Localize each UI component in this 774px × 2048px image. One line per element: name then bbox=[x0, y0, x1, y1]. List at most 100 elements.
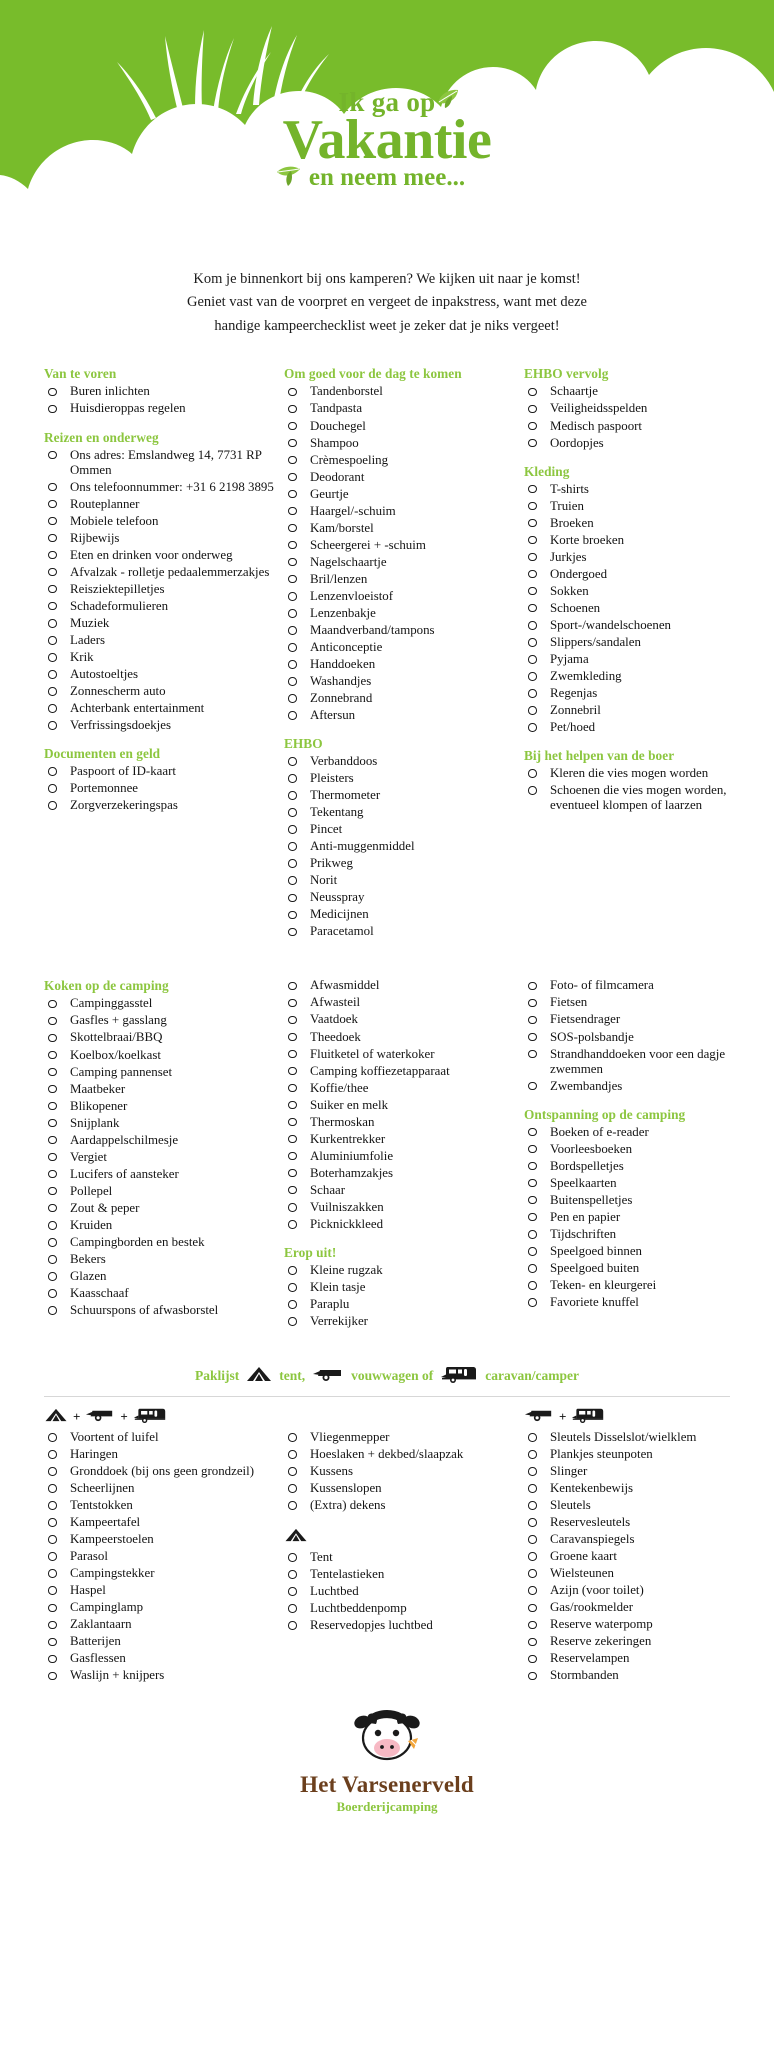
checkbox-circle-icon[interactable] bbox=[528, 1654, 537, 1664]
checklist-item[interactable]: Huisdieroppas regelen bbox=[44, 401, 276, 416]
checkbox-circle-icon[interactable] bbox=[288, 626, 297, 635]
checkbox-circle-icon[interactable] bbox=[528, 1247, 537, 1256]
checkbox-circle-icon[interactable] bbox=[288, 438, 297, 448]
checkbox-circle-icon[interactable] bbox=[48, 767, 57, 776]
checkbox-circle-icon[interactable] bbox=[288, 876, 297, 885]
checklist-item[interactable]: Blikopener bbox=[44, 1099, 276, 1114]
checkbox-circle-icon[interactable] bbox=[288, 859, 297, 868]
checklist-item[interactable]: Picknickkleed bbox=[284, 1217, 516, 1232]
checklist-item[interactable]: Handdoeken bbox=[284, 657, 516, 672]
checklist-item[interactable]: Reisziektepilletjes bbox=[44, 582, 276, 597]
checkbox-circle-icon[interactable] bbox=[288, 927, 297, 937]
checklist-item[interactable]: Kam/borstel bbox=[284, 521, 516, 536]
checkbox-circle-icon[interactable] bbox=[528, 438, 537, 448]
checkbox-circle-icon[interactable] bbox=[48, 1050, 57, 1060]
checklist-item[interactable]: Boterhamzakjes bbox=[284, 1166, 516, 1181]
checkbox-circle-icon[interactable] bbox=[288, 910, 297, 920]
checklist-item[interactable]: Tentelastieken bbox=[284, 1567, 516, 1582]
checklist-item[interactable]: Geurtje bbox=[284, 487, 516, 502]
checkbox-circle-icon[interactable] bbox=[288, 1604, 297, 1613]
checkbox-circle-icon[interactable] bbox=[288, 1621, 297, 1630]
checklist-item[interactable]: Theedoek bbox=[284, 1030, 516, 1045]
checkbox-circle-icon[interactable] bbox=[528, 404, 537, 414]
checklist-item[interactable]: Parasol bbox=[44, 1549, 276, 1564]
checklist-item[interactable]: Verrekijker bbox=[284, 1314, 516, 1329]
checklist-item[interactable]: Camping pannenset bbox=[44, 1065, 276, 1080]
checklist-item[interactable]: Sleutels bbox=[524, 1498, 756, 1513]
checklist-item[interactable]: Lenzenvloeistof bbox=[284, 589, 516, 604]
checklist-item[interactable]: Verbanddoos bbox=[284, 754, 516, 769]
checkbox-circle-icon[interactable] bbox=[528, 1127, 537, 1137]
checklist-item[interactable]: Campinglamp bbox=[44, 1600, 276, 1615]
checklist-item[interactable]: Routeplanner bbox=[44, 497, 276, 512]
checkbox-circle-icon[interactable] bbox=[48, 499, 57, 509]
checklist-item[interactable]: Campinggasstel bbox=[44, 996, 276, 1011]
checkbox-circle-icon[interactable] bbox=[528, 1450, 537, 1459]
checklist-item[interactable]: Schoenen die vies mogen worden, eventuee… bbox=[524, 783, 756, 813]
checkbox-circle-icon[interactable] bbox=[528, 723, 537, 732]
checkbox-circle-icon[interactable] bbox=[528, 638, 537, 647]
checklist-item[interactable]: Autostoeltjes bbox=[44, 667, 276, 682]
checklist-item[interactable]: Zout & peper bbox=[44, 1201, 276, 1216]
checkbox-circle-icon[interactable] bbox=[48, 601, 57, 611]
checkbox-circle-icon[interactable] bbox=[528, 655, 537, 664]
checklist-item[interactable]: Campingstekker bbox=[44, 1566, 276, 1581]
checklist-item[interactable]: Slinger bbox=[524, 1464, 756, 1479]
checklist-item[interactable]: Eten en drinken voor onderweg bbox=[44, 548, 276, 563]
checklist-item[interactable]: Kaasschaaf bbox=[44, 1286, 276, 1301]
checkbox-circle-icon[interactable] bbox=[288, 387, 297, 397]
checklist-item[interactable]: Pen en papier bbox=[524, 1210, 756, 1225]
checkbox-circle-icon[interactable] bbox=[528, 1501, 537, 1510]
checklist-item[interactable]: Pleisters bbox=[284, 771, 516, 786]
checklist-item[interactable]: Zwemkleding bbox=[524, 669, 756, 684]
checklist-item[interactable]: Hoeslaken + dekbed/slaapzak bbox=[284, 1447, 516, 1462]
checkbox-circle-icon[interactable] bbox=[528, 1586, 537, 1595]
checklist-item[interactable]: Zwembandjes bbox=[524, 1079, 756, 1094]
checkbox-circle-icon[interactable] bbox=[528, 998, 537, 1008]
checklist-item[interactable]: Shampoo bbox=[284, 436, 516, 451]
checklist-item[interactable]: Norit bbox=[284, 873, 516, 888]
checklist-item[interactable]: Lenzenbakje bbox=[284, 606, 516, 621]
checklist-item[interactable]: Wielsteunen bbox=[524, 1566, 756, 1581]
checkbox-circle-icon[interactable] bbox=[48, 1033, 57, 1043]
checklist-item[interactable]: Klein tasje bbox=[284, 1280, 516, 1295]
checkbox-circle-icon[interactable] bbox=[288, 1283, 297, 1292]
checkbox-circle-icon[interactable] bbox=[48, 482, 57, 492]
checkbox-circle-icon[interactable] bbox=[48, 653, 57, 662]
checklist-item[interactable]: Rijbewijs bbox=[44, 531, 276, 546]
checkbox-circle-icon[interactable] bbox=[528, 1081, 537, 1091]
checkbox-circle-icon[interactable] bbox=[288, 1484, 297, 1493]
checkbox-circle-icon[interactable] bbox=[288, 489, 297, 499]
checklist-item[interactable]: Bordspelletjes bbox=[524, 1159, 756, 1174]
checkbox-circle-icon[interactable] bbox=[288, 1450, 297, 1459]
checkbox-circle-icon[interactable] bbox=[288, 791, 297, 800]
checkbox-circle-icon[interactable] bbox=[288, 1266, 297, 1275]
checklist-item[interactable]: Camping koffiezetapparaat bbox=[284, 1064, 516, 1079]
checkbox-circle-icon[interactable] bbox=[288, 1151, 297, 1161]
checkbox-circle-icon[interactable] bbox=[288, 472, 297, 482]
checklist-item[interactable]: Afvalzak - rolletje pedaalemmerzakjes bbox=[44, 565, 276, 580]
checkbox-circle-icon[interactable] bbox=[48, 1118, 57, 1128]
checklist-item[interactable]: Glazen bbox=[44, 1269, 276, 1284]
checklist-item[interactable]: Gas/rookmelder bbox=[524, 1600, 756, 1615]
checklist-item[interactable]: Vliegenmepper bbox=[284, 1430, 516, 1445]
checkbox-circle-icon[interactable] bbox=[48, 636, 57, 645]
checkbox-circle-icon[interactable] bbox=[288, 404, 297, 414]
checklist-item[interactable]: Aardappelschilmesje bbox=[44, 1133, 276, 1148]
checkbox-circle-icon[interactable] bbox=[288, 592, 297, 601]
checkbox-circle-icon[interactable] bbox=[528, 501, 537, 511]
checklist-item[interactable]: Thermoskan bbox=[284, 1115, 516, 1130]
checkbox-circle-icon[interactable] bbox=[528, 1484, 537, 1493]
checklist-item[interactable]: Muziek bbox=[44, 616, 276, 631]
checklist-item[interactable]: Kampeerstoelen bbox=[44, 1532, 276, 1547]
checkbox-circle-icon[interactable] bbox=[528, 1264, 537, 1273]
checklist-item[interactable]: Jurkjes bbox=[524, 550, 756, 565]
checklist-item[interactable]: Tent bbox=[284, 1550, 516, 1565]
checkbox-circle-icon[interactable] bbox=[48, 704, 57, 713]
checkbox-circle-icon[interactable] bbox=[528, 552, 537, 562]
checkbox-circle-icon[interactable] bbox=[48, 1016, 57, 1026]
checkbox-circle-icon[interactable] bbox=[288, 1570, 297, 1579]
checklist-item[interactable]: Broeken bbox=[524, 516, 756, 531]
checklist-item[interactable]: Haringen bbox=[44, 1447, 276, 1462]
checklist-item[interactable]: Kleine rugzak bbox=[284, 1263, 516, 1278]
